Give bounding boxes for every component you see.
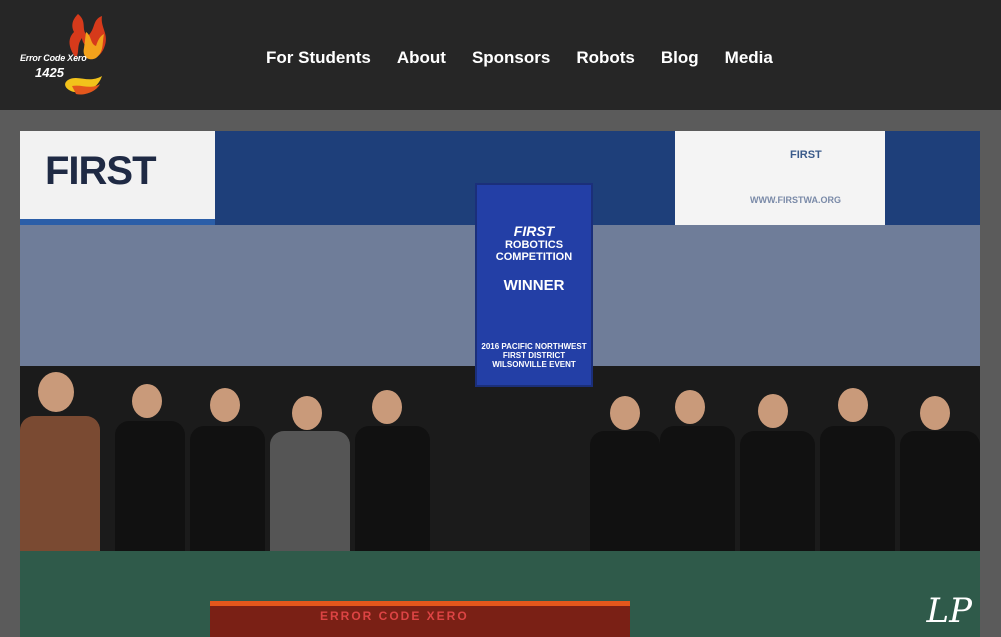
nav-media[interactable]: Media	[725, 46, 773, 70]
banner-competition-text: ROBOTICS COMPETITION	[495, 239, 573, 263]
rug-text: ERROR CODE XERO	[320, 609, 469, 623]
nav-blog[interactable]: Blog	[661, 46, 699, 70]
first-banner-right	[675, 131, 885, 236]
nav-about[interactable]: About	[397, 46, 446, 70]
first-logo-text-right: FIRST	[790, 149, 822, 161]
nav-for-students[interactable]: For Students	[266, 46, 371, 70]
banner-event-text: 2016 PACIFIC NORTHWEST FIRST DISTRICT WI…	[481, 342, 587, 369]
first-logo-text: FIRST	[45, 149, 157, 193]
main-nav: For Students About Sponsors Robots Blog …	[266, 46, 799, 70]
top-navigation-bar: Error Code Xero 1425 For Students About …	[0, 0, 1001, 110]
person-head	[372, 390, 402, 424]
photographer-watermark: LP	[926, 591, 972, 631]
winner-banner: FIRST ROBOTICS COMPETITION WINNER 2016 P…	[475, 183, 593, 387]
team-hero-photo: FIRST FIRST WWW.FIRSTWA.ORG FIRST ROBOTI…	[20, 131, 980, 637]
person-head	[675, 390, 705, 424]
nav-robots[interactable]: Robots	[576, 46, 635, 70]
banner-first-text: FIRST	[513, 223, 555, 239]
nav-sponsors[interactable]: Sponsors	[472, 46, 550, 70]
person-head	[610, 396, 640, 430]
person-head	[132, 384, 162, 418]
banner-winner-text: WINNER	[503, 277, 565, 294]
logo-team-number: 1425	[35, 65, 64, 80]
person-head	[920, 396, 950, 430]
website-text: WWW.FIRSTWA.ORG	[750, 195, 841, 205]
site-logo[interactable]: Error Code Xero 1425	[18, 4, 118, 104]
person-silhouette	[115, 421, 185, 571]
person-head	[210, 388, 240, 422]
person-head	[758, 394, 788, 428]
logo-team-name: Error Code Xero	[20, 53, 87, 63]
person-head	[38, 372, 74, 412]
person-head	[838, 388, 868, 422]
person-head	[292, 396, 322, 430]
